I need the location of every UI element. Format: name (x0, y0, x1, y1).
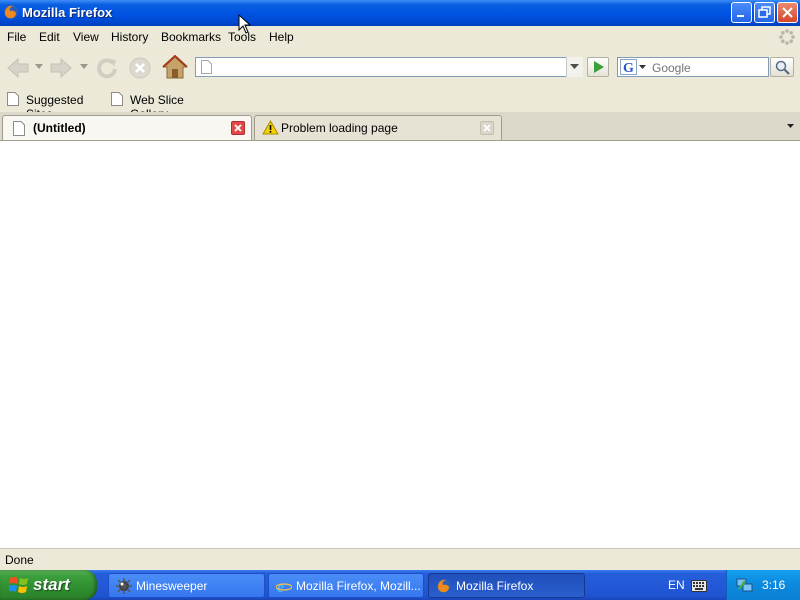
page-icon (7, 92, 19, 106)
page-icon (13, 121, 25, 136)
menu-file[interactable]: File (7, 30, 26, 44)
tab-bar: (Untitled) Problem loading page (0, 112, 800, 141)
home-button[interactable] (162, 55, 188, 80)
minesweeper-icon (116, 578, 132, 594)
language-indicator[interactable]: EN (668, 578, 685, 592)
bookmarks-toolbar: Suggested Sites Web Slice Gallery (0, 86, 800, 121)
window-title: Mozilla Firefox (22, 5, 113, 20)
search-input[interactable] (650, 60, 770, 76)
close-icon (234, 124, 242, 132)
chevron-down-icon (787, 124, 794, 128)
close-icon (483, 124, 491, 132)
minimize-button[interactable] (731, 2, 752, 23)
status-bar: Done (0, 548, 800, 571)
system-tray: 3:16 (726, 570, 800, 600)
back-button[interactable] (5, 56, 31, 80)
close-icon (782, 7, 793, 18)
chevron-down-icon (570, 64, 579, 69)
taskbar-item-firefox[interactable]: Mozilla Firefox (428, 573, 585, 598)
minimize-icon (737, 15, 744, 17)
menu-help[interactable]: Help (269, 30, 294, 44)
mouse-cursor-icon (238, 14, 252, 34)
restore-button[interactable] (754, 2, 775, 23)
tab-label: (Untitled) (33, 121, 86, 135)
bookmark-suggested-sites[interactable]: Suggested Sites (7, 91, 107, 121)
taskbar-item-label: Minesweeper (136, 579, 208, 593)
close-button[interactable] (777, 2, 798, 23)
taskbar-item-label: Mozilla Firefox, Mozill... (296, 579, 421, 593)
svg-text:e: e (277, 579, 284, 594)
search-engine-selector[interactable]: G (620, 59, 647, 75)
network-icon[interactable] (736, 577, 754, 593)
stop-button[interactable] (128, 56, 152, 80)
start-label: start (33, 575, 70, 594)
forward-history-dropdown-icon[interactable] (80, 64, 88, 70)
magnifier-icon (775, 60, 790, 75)
page-icon (201, 60, 212, 74)
start-button[interactable]: start (0, 570, 97, 600)
throbber-icon (779, 29, 795, 45)
all-tabs-button[interactable] (783, 117, 799, 136)
menu-history[interactable]: History (111, 30, 148, 44)
page-icon (111, 92, 123, 106)
tab-close-button[interactable] (480, 121, 494, 135)
tab-problem-loading-page[interactable]: Problem loading page (254, 115, 502, 140)
menu-view[interactable]: View (73, 30, 99, 44)
menu-bookmarks[interactable]: Bookmarks (161, 30, 221, 44)
keyboard-icon[interactable] (691, 580, 707, 592)
restore-icon (758, 6, 771, 18)
tab-untitled[interactable]: (Untitled) (2, 115, 252, 140)
internet-explorer-icon: e (276, 579, 292, 594)
search-button[interactable] (770, 57, 794, 77)
status-text: Done (5, 553, 34, 567)
search-box[interactable]: G (617, 57, 770, 77)
firefox-icon (437, 579, 451, 593)
clock[interactable]: 3:16 (762, 578, 785, 592)
menu-bar: File Edit View History Bookmarks Tools H… (0, 26, 800, 49)
svg-text:G: G (623, 61, 634, 75)
forward-button[interactable] (48, 56, 74, 80)
taskbar-item-firefox-group[interactable]: e Mozilla Firefox, Mozill... (268, 573, 424, 598)
tab-label: Problem loading page (281, 121, 398, 135)
bookmark-web-slice-gallery[interactable]: Web Slice Gallery (111, 91, 216, 121)
back-history-dropdown-icon[interactable] (35, 64, 43, 70)
url-bar[interactable] (195, 57, 583, 77)
warning-icon (262, 120, 279, 135)
reload-button[interactable] (95, 56, 119, 80)
windows-logo-icon (9, 577, 28, 593)
url-history-dropdown[interactable] (566, 57, 583, 77)
google-icon: G (620, 59, 637, 75)
taskbar-item-minesweeper[interactable]: Minesweeper (108, 573, 265, 598)
taskbar-item-label: Mozilla Firefox (456, 579, 534, 593)
search-engine-dropdown-icon (639, 65, 646, 69)
go-arrow-icon (594, 61, 604, 73)
tab-close-button[interactable] (231, 121, 245, 135)
page-content[interactable] (0, 141, 800, 548)
title-bar[interactable]: Mozilla Firefox (0, 0, 800, 26)
firefox-icon (4, 5, 18, 19)
go-button[interactable] (587, 57, 609, 77)
menu-edit[interactable]: Edit (39, 30, 60, 44)
